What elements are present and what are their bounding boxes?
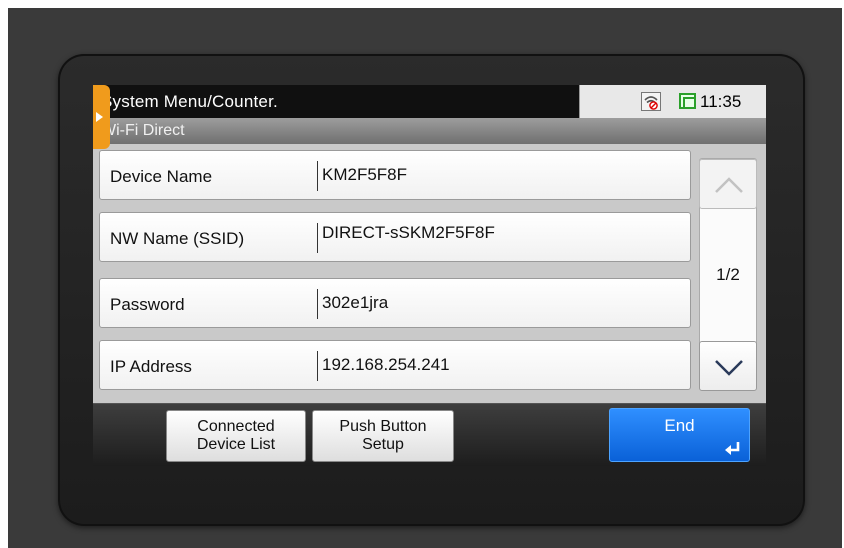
footer-bar: Connected Device List Push Button Setup … xyxy=(93,403,766,466)
list-item-nw-name[interactable]: NW Name (SSID) DIRECT-sSKM2F5F8F xyxy=(99,212,691,262)
row-divider xyxy=(317,223,318,253)
clock: 11:35 xyxy=(700,92,742,111)
chevron-up-icon xyxy=(715,177,743,193)
row-divider xyxy=(317,161,318,191)
row-label: NW Name (SSID) xyxy=(110,229,245,248)
subheader-bar: Wi-Fi Direct xyxy=(93,118,766,144)
header-bar: System Menu/Counter. 11:35 xyxy=(93,85,766,118)
row-value: DIRECT-sSKM2F5F8F xyxy=(322,223,495,242)
scroll-up-button[interactable] xyxy=(699,159,757,209)
row-value: KM2F5F8F xyxy=(322,165,408,184)
row-label: IP Address xyxy=(110,357,192,376)
chevron-down-icon xyxy=(715,360,743,376)
page-indicator: 1/2 xyxy=(716,265,740,284)
row-divider xyxy=(317,351,318,381)
end-button-label: End xyxy=(664,416,695,435)
end-button[interactable]: End xyxy=(609,408,750,462)
button-label-line2: Setup xyxy=(362,436,404,453)
list-item-password[interactable]: Password 302e1jra xyxy=(99,278,691,328)
touch-screen: System Menu/Counter. 11:35 Wi-Fi Direct … xyxy=(93,85,766,466)
row-value: 302e1jra xyxy=(322,293,389,312)
button-label-line2: Device List xyxy=(196,436,276,453)
row-label: Device Name xyxy=(110,167,213,186)
button-label-line1: Connected xyxy=(197,418,275,435)
back-tab[interactable] xyxy=(93,85,110,149)
wifi-off-icon xyxy=(641,92,661,111)
row-divider xyxy=(317,289,318,319)
button-label-line1: Push Button xyxy=(339,418,427,435)
enter-icon xyxy=(725,442,740,455)
network-status-icon xyxy=(679,93,696,109)
list-item-ip-address[interactable]: IP Address 192.168.254.241 xyxy=(99,340,691,390)
breadcrumb-title: System Menu/Counter. xyxy=(101,92,278,111)
back-arrow-icon xyxy=(96,112,103,122)
push-button-setup-button[interactable]: Push Button Setup xyxy=(312,410,454,462)
row-value: 192.168.254.241 xyxy=(322,355,450,374)
scroll-down-button[interactable] xyxy=(699,341,757,391)
connected-device-list-button[interactable]: Connected Device List xyxy=(166,410,306,462)
page-title: Wi-Fi Direct xyxy=(101,122,185,139)
list-item-device-name[interactable]: Device Name KM2F5F8F xyxy=(99,150,691,200)
row-label: Password xyxy=(110,295,185,314)
